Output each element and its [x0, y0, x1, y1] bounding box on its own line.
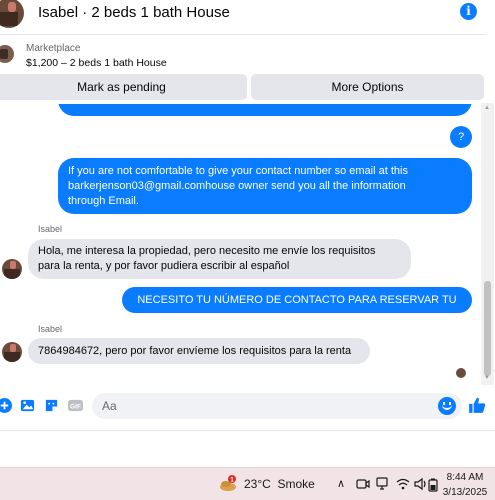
- outgoing-message: If you are not comfortable to give your …: [58, 158, 472, 214]
- more-options-button[interactable]: More Options: [251, 74, 484, 100]
- thumbs-up-icon[interactable]: [468, 396, 486, 414]
- plus-circle-icon[interactable]: [0, 398, 12, 413]
- network-icon[interactable]: [375, 477, 389, 491]
- chat-title[interactable]: Isabel · 2 beds 1 bath House: [38, 4, 230, 21]
- emoji-icon[interactable]: [438, 397, 456, 415]
- volume-icon[interactable]: [414, 477, 428, 491]
- message-line: through Email.: [68, 195, 139, 207]
- camera-icon[interactable]: [356, 477, 370, 491]
- contact-avatar[interactable]: [0, 0, 24, 28]
- image-icon[interactable]: [20, 398, 35, 413]
- chevron-up-icon[interactable]: ∧: [337, 477, 345, 490]
- message-input-box[interactable]: [92, 393, 462, 419]
- message-line: barkerjenson03@gmail.comhouse owner send…: [68, 180, 406, 192]
- contact-avatar[interactable]: [2, 342, 22, 362]
- chat-header: Isabel · 2 beds 1 bath House i: [0, 0, 486, 30]
- contact-avatar[interactable]: [2, 259, 22, 279]
- weather-condition: Smoke: [277, 477, 315, 491]
- gif-icon[interactable]: GIF: [68, 398, 83, 413]
- info-icon[interactable]: i: [460, 3, 477, 20]
- gif-label: GIF: [70, 403, 81, 410]
- scrollbar-thumb[interactable]: [484, 281, 491, 376]
- listing-thumbnail: [0, 45, 14, 63]
- clock-time: 8:44 AM: [446, 472, 484, 483]
- weather-widget[interactable]: 23°C Smoke: [244, 477, 315, 491]
- messenger-window: Isabel · 2 beds 1 bath House i Marketpla…: [0, 0, 495, 500]
- sender-name: Isabel: [38, 224, 63, 234]
- header-divider: [0, 34, 486, 35]
- message-composer: GIF: [0, 390, 490, 422]
- sender-name: Isabel: [38, 324, 63, 334]
- clock-date: 3/13/2025: [442, 487, 488, 498]
- battery-icon[interactable]: [428, 478, 438, 492]
- wifi-icon[interactable]: [396, 477, 410, 491]
- listing-price-title: $1,200 – 2 beds 1 bath House: [26, 57, 167, 69]
- marketplace-listing[interactable]: Marketplace $1,200 – 2 beds 1 bath House: [0, 40, 486, 72]
- seen-avatar-icon: [456, 368, 466, 378]
- outgoing-message: NECESITO TU NÚMERO DE CONTACTO PARA RESE…: [122, 287, 472, 332]
- listing-source: Marketplace: [26, 43, 81, 54]
- message-scrollbar[interactable]: ▲ ▼: [481, 103, 494, 385]
- message-line: Hola, me interesa la propiedad, pero nec…: [38, 245, 376, 257]
- incoming-message: 7864984672, pero por favor envíeme los r…: [28, 338, 370, 364]
- message-list: ? If you are not comfortable to give you…: [0, 104, 480, 384]
- mark-as-pending-button[interactable]: Mark as pending: [0, 74, 247, 100]
- scroll-down-icon[interactable]: ▼: [484, 375, 490, 381]
- incoming-message: Hola, me interesa la propiedad, pero nec…: [28, 239, 411, 279]
- windows-taskbar: 1 23°C Smoke ∧ 8:44 AM 3/13/2025: [0, 467, 495, 500]
- message-line: para la renta, y por favor pudiera escri…: [38, 260, 290, 272]
- weather-smoke-icon[interactable]: 1: [219, 475, 237, 493]
- sticker-icon[interactable]: [44, 398, 59, 413]
- outgoing-message: ?: [450, 126, 472, 148]
- temperature: 23°C: [244, 477, 271, 491]
- window-bottom-divider: [0, 430, 495, 431]
- previous-outgoing-bubble: [58, 104, 472, 116]
- system-clock[interactable]: 8:44 AM 3/13/2025: [440, 470, 490, 500]
- message-line: If you are not comfortable to give your …: [68, 165, 408, 177]
- scroll-up-icon[interactable]: ▲: [484, 105, 490, 111]
- message-input[interactable]: [102, 397, 422, 415]
